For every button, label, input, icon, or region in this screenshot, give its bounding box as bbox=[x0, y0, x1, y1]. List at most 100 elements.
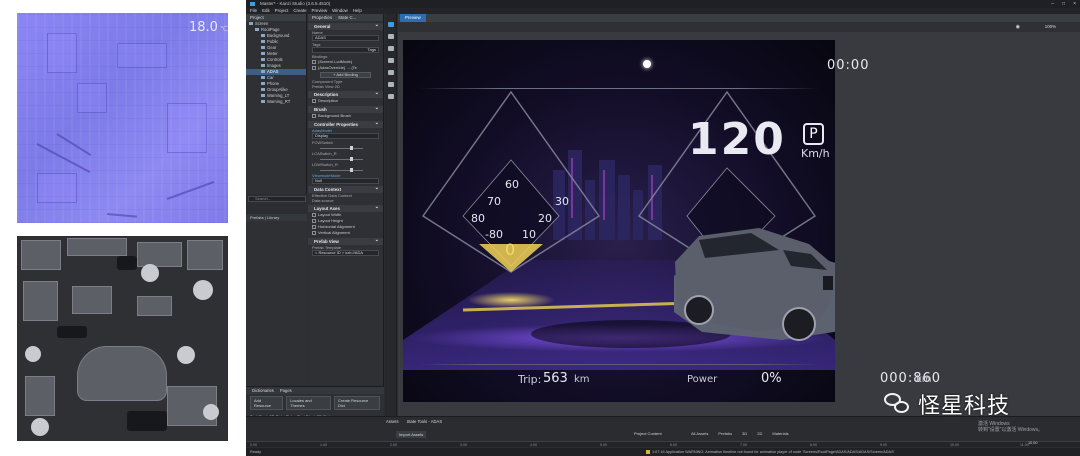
timeline-tick: 8.00 bbox=[810, 443, 817, 447]
filter-2d[interactable]: 2D bbox=[757, 431, 762, 436]
vertical-alignment-row[interactable]: Vertical Alignment bbox=[308, 230, 383, 236]
tags-button[interactable]: Tags bbox=[368, 48, 378, 52]
tree-item[interactable]: Warning_RT bbox=[246, 99, 306, 105]
gauge-tick-60: 60 bbox=[505, 178, 519, 191]
title-bar: Master* - Kanzi Studio (3.6.5.4510) – □ … bbox=[246, 0, 1080, 8]
ldwswitch-slider[interactable] bbox=[312, 167, 379, 173]
eye-icon[interactable]: ◉ bbox=[1016, 24, 1020, 30]
tab-properties[interactable]: Properties bbox=[312, 14, 332, 21]
project-panel: Project Screen RootPage Background Public Ge… bbox=[246, 14, 307, 202]
timeline-tick: 6.00 bbox=[670, 443, 677, 447]
normal-map-texture bbox=[17, 13, 228, 223]
section-brush[interactable]: Brush bbox=[308, 105, 383, 113]
temperature-readout: 18.0 ℃ bbox=[189, 20, 228, 35]
close-icon[interactable]: × bbox=[1073, 0, 1076, 8]
grid-tool-icon[interactable] bbox=[388, 94, 394, 99]
filter-all-assets[interactable]: All Assets bbox=[691, 431, 708, 436]
import-assets-button[interactable]: Import Assets bbox=[396, 431, 427, 438]
minimize-icon[interactable]: – bbox=[1051, 0, 1054, 8]
gauge-tick-70: 70 bbox=[487, 195, 501, 208]
node-icon bbox=[261, 52, 265, 56]
gauge-tick-minus80: -80 bbox=[485, 228, 503, 241]
node-icon bbox=[249, 22, 253, 26]
tree-item-label: Meter bbox=[267, 51, 278, 56]
warning-icon bbox=[646, 450, 650, 454]
watermark: 怪星科技 bbox=[884, 388, 1010, 420]
add-binding-button[interactable]: + Add Binding bbox=[320, 72, 371, 78]
zoom-level[interactable]: 100% bbox=[1045, 24, 1056, 29]
tree-item-label: Warning_RT bbox=[267, 99, 291, 104]
section-general[interactable]: General bbox=[308, 22, 383, 30]
section-prefab-view[interactable]: Prefab View bbox=[308, 237, 383, 245]
section-controller[interactable]: Controller Properties bbox=[308, 120, 383, 128]
node-icon bbox=[261, 64, 265, 68]
pan-tool-icon[interactable] bbox=[388, 34, 394, 39]
viewmode-dropdown[interactable]: Null bbox=[312, 178, 379, 184]
maximize-icon[interactable]: □ bbox=[1062, 0, 1065, 8]
tree-item-label: Car bbox=[267, 75, 274, 80]
tab-project[interactable]: Project bbox=[246, 14, 306, 21]
tab-state-c[interactable]: State C... bbox=[338, 14, 356, 21]
create-resource-dict-button[interactable]: Create Resource Dict bbox=[334, 396, 380, 410]
add-resource-button[interactable]: Add Resource bbox=[250, 396, 284, 410]
tab-state-tools[interactable]: State Tools - ADAS bbox=[407, 419, 443, 424]
gauge-tick-20: 20 bbox=[538, 212, 552, 225]
timeline-tick: 3.00 bbox=[460, 443, 467, 447]
scale-tool-icon[interactable] bbox=[388, 58, 394, 63]
tree-item-label: Phone bbox=[267, 81, 280, 86]
name-field[interactable]: ADAS bbox=[312, 35, 379, 41]
tab-assets[interactable]: Assets bbox=[386, 419, 399, 424]
node-icon bbox=[261, 76, 265, 80]
properties-panel: Properties State C... General Name ADAS … bbox=[308, 14, 384, 386]
background-brush-row[interactable]: Background Brush bbox=[308, 113, 383, 119]
camera-tool-icon[interactable] bbox=[388, 70, 394, 75]
tab-dictionaries[interactable]: Dictionaries bbox=[252, 387, 274, 394]
section-description[interactable]: Description bbox=[308, 90, 383, 98]
timeline-tick: 0.00 bbox=[250, 443, 257, 447]
status-warning: 1:07:16 Application WARNING: Animation t… bbox=[646, 448, 894, 456]
gauge-zero: 0 bbox=[505, 240, 516, 259]
tab-preview[interactable]: Preview bbox=[400, 14, 426, 22]
tree-item-label: Images bbox=[267, 63, 281, 68]
prefab-template-field[interactable]: < Resource ID > kzb://ADA bbox=[312, 250, 379, 256]
time-field[interactable]: 10.00 bbox=[1028, 441, 1038, 445]
node-icon bbox=[261, 34, 265, 38]
car-graphic bbox=[675, 228, 835, 341]
prefabs-library-tabs[interactable]: Prefabs | Library bbox=[246, 214, 307, 221]
timeline-tick: 9.00 bbox=[880, 443, 887, 447]
gauge-tick-80: 80 bbox=[471, 212, 485, 225]
tab-pages[interactable]: Pages bbox=[280, 387, 292, 394]
timeline-tick: 7.00 bbox=[740, 443, 747, 447]
light-tool-icon[interactable] bbox=[388, 82, 394, 87]
tags-field[interactable]: Tags bbox=[312, 47, 379, 53]
rotate-tool-icon[interactable] bbox=[388, 46, 394, 51]
node-icon bbox=[261, 46, 265, 50]
description-row[interactable]: Description bbox=[308, 98, 383, 104]
section-data-context[interactable]: Data Context bbox=[308, 185, 383, 193]
albedo-texture bbox=[17, 236, 228, 441]
select-tool-icon[interactable] bbox=[388, 22, 394, 27]
status-bar: Ready 1:07:16 Application WARNING: Anima… bbox=[246, 448, 1080, 456]
timeline-tick: 10.00 bbox=[950, 443, 959, 447]
filter-materials[interactable]: Materials bbox=[772, 431, 788, 436]
node-icon bbox=[261, 82, 265, 86]
preview-tab-bar: Preview bbox=[398, 14, 1080, 22]
filter-prefabs[interactable]: Prefabs bbox=[718, 431, 732, 436]
trip-unit: km bbox=[574, 374, 590, 385]
timeline-tick: 4.00 bbox=[530, 443, 537, 447]
section-layout[interactable]: Layout Axes bbox=[308, 204, 383, 212]
locales-themes-button[interactable]: Locales and Themes bbox=[286, 396, 331, 410]
fcwswitch-slider[interactable] bbox=[312, 145, 379, 151]
tree-item-label: RootPage bbox=[261, 27, 280, 32]
timeline[interactable]: 0.00 1.00 2.00 3.00 4.00 5.00 6.00 7.00 8.00 9.00… bbox=[246, 441, 1080, 447]
project-search-input[interactable]: Search... bbox=[248, 196, 306, 202]
adas-mode-dropdown[interactable]: Display bbox=[312, 133, 379, 139]
window-title: Master* - Kanzi Studio (3.6.5.4510) bbox=[260, 1, 331, 6]
binding-row-2[interactable]: {AdasOverride} → {Te bbox=[308, 65, 383, 71]
preview-toolbar: ◉ 100% bbox=[398, 22, 1080, 32]
lcaswitch-slider[interactable] bbox=[312, 156, 379, 162]
filter-3d[interactable]: 3D bbox=[742, 431, 747, 436]
activate-windows-notice: 激活 Windows 转到“设置”以激活 Windows。 bbox=[978, 421, 1044, 433]
tree-item-label: Background bbox=[267, 33, 290, 38]
dashboard-preview[interactable] bbox=[403, 40, 835, 402]
